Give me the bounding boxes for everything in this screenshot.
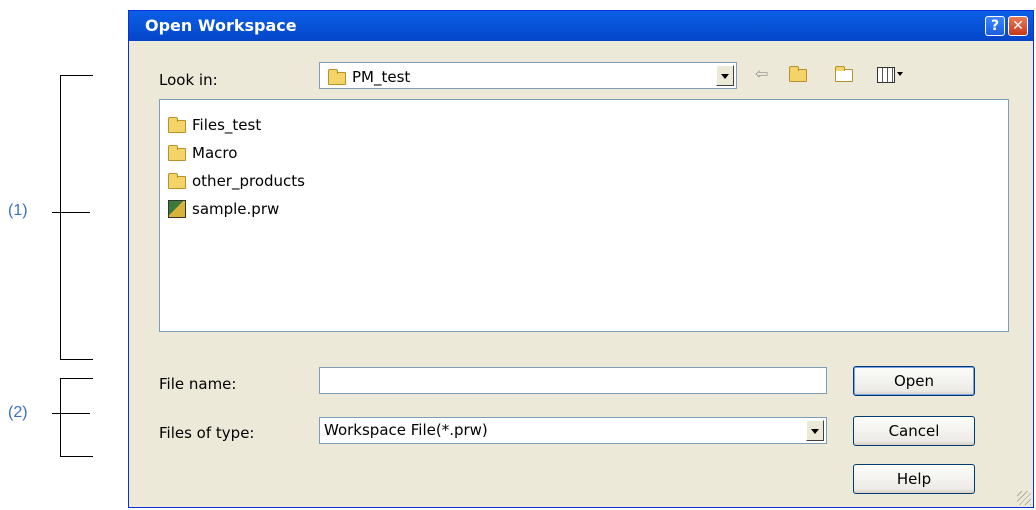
view-dropdown-arrow	[897, 72, 903, 76]
file-name-input[interactable]	[319, 367, 827, 394]
new-folder-shape	[835, 66, 853, 82]
view-menu-icon[interactable]	[877, 63, 907, 85]
resize-grip[interactable]	[1017, 491, 1031, 505]
grid-view-shape	[877, 67, 895, 83]
folder-icon	[168, 173, 186, 189]
files-of-type-label: Files of type:	[159, 424, 255, 442]
annotation-bracket-2	[60, 378, 93, 457]
files-of-type-value: Workspace File(*.prw)	[324, 421, 488, 439]
file-name: Macro	[192, 144, 238, 162]
file-name: sample.prw	[192, 200, 280, 218]
dialog-title: Open Workspace	[145, 16, 297, 35]
workspace-file-icon	[168, 200, 186, 218]
folder-icon	[168, 145, 186, 161]
annotation-label-1: (1)	[8, 202, 28, 219]
look-in-dropdown[interactable]: PM_test	[319, 62, 737, 89]
look-in-value: PM_test	[352, 68, 411, 86]
open-workspace-dialog: Open Workspace ? ✕ Look in: PM_test ⇦ Fi…	[128, 10, 1034, 508]
back-arrow-icon[interactable]: ⇦	[755, 63, 768, 85]
help-button[interactable]: Help	[853, 464, 975, 494]
close-button[interactable]: ✕	[1008, 16, 1028, 36]
folder-icon	[328, 69, 346, 85]
chevron-down-icon[interactable]	[716, 65, 734, 86]
annotation-bracket-1	[60, 75, 93, 360]
chevron-down-icon[interactable]	[806, 420, 824, 441]
up-folder-shape	[789, 66, 807, 82]
help-title-button[interactable]: ?	[985, 16, 1005, 36]
file-name: other_products	[192, 172, 305, 190]
look-in-label: Look in:	[159, 71, 218, 89]
file-name-label: File name:	[159, 375, 237, 393]
folder-icon	[168, 117, 186, 133]
open-button[interactable]: Open	[853, 366, 975, 396]
files-of-type-dropdown[interactable]: Workspace File(*.prw)	[319, 417, 827, 444]
cancel-button[interactable]: Cancel	[853, 416, 975, 446]
file-list[interactable]: Files_test Macro other_products sample.p…	[159, 99, 1009, 332]
title-bar[interactable]: Open Workspace ? ✕	[129, 11, 1033, 41]
annotation-label-2: (2)	[8, 404, 28, 421]
file-name: Files_test	[192, 116, 262, 134]
annotation-tick-1	[52, 212, 90, 213]
annotation-tick-2	[52, 413, 90, 414]
